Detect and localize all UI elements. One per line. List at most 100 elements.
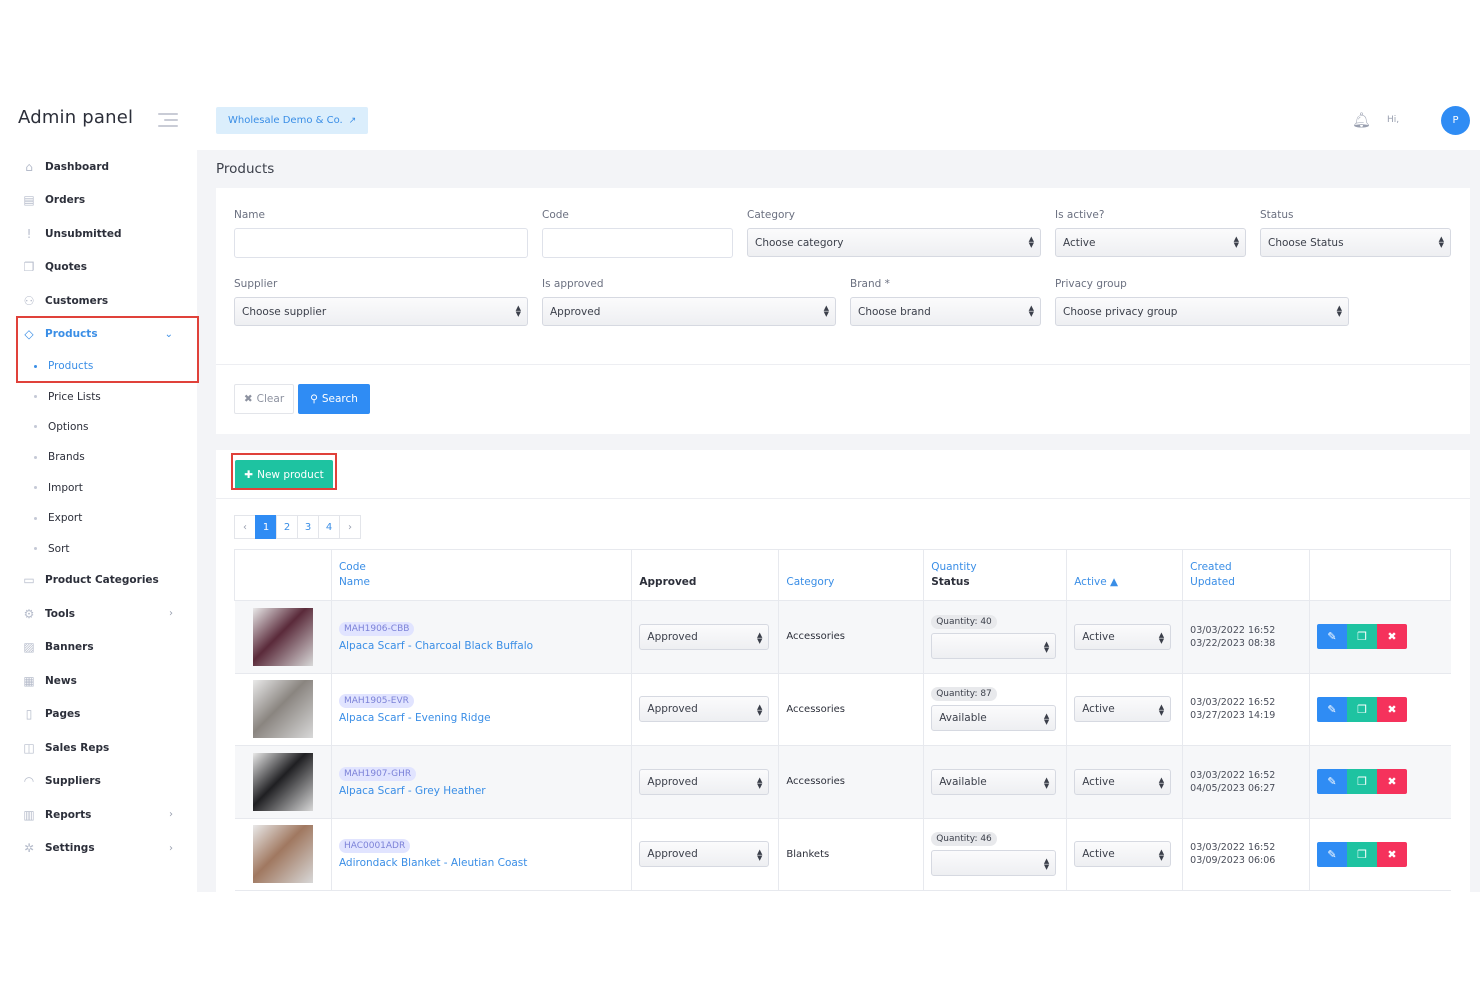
sort-created[interactable]: Created: [1190, 560, 1302, 575]
sidebar-item-reports[interactable]: ▥ Reports ›: [0, 798, 197, 832]
product-thumbnail[interactable]: [252, 680, 313, 739]
active-select[interactable]: Active ▲ ▼: [1074, 841, 1172, 868]
sidebar-item-pages[interactable]: ▯ Pages: [0, 698, 197, 732]
next-page-button[interactable]: ›: [339, 515, 361, 539]
approved-select[interactable]: Approved ▲ ▼: [639, 768, 770, 795]
duplicate-button[interactable]: ❐: [1347, 769, 1378, 795]
active-cell: Active ▲ ▼: [1066, 818, 1184, 891]
product-name-link[interactable]: Adirondack Blanket - Aleutian Coast: [339, 857, 624, 869]
active-select-value: Active: [1082, 848, 1115, 861]
page-button[interactable]: 3: [297, 515, 319, 539]
status-select-value: Available: [939, 712, 987, 725]
sidebar-item-suppliers[interactable]: ◠ Suppliers: [0, 765, 197, 799]
app-shell: Admin panel ⌂ Dashboard ▤ Orders ! Unsub…: [0, 95, 1480, 892]
col-category: Category: [778, 549, 925, 601]
status-select[interactable]: Available ▲ ▼: [931, 705, 1057, 732]
approved-select[interactable]: Approved ▲ ▼: [639, 696, 770, 723]
sort-name[interactable]: Name: [339, 575, 624, 590]
status-select[interactable]: ▲ ▼: [931, 850, 1057, 877]
bell-icon[interactable]: 🔔︎: [1352, 111, 1371, 129]
product-name-link[interactable]: Alpaca Scarf - Evening Ridge: [339, 712, 624, 724]
col-code-name: Code Name: [331, 549, 633, 601]
page-button[interactable]: 1: [255, 515, 277, 539]
duplicate-button[interactable]: ❐: [1347, 696, 1378, 722]
edit-button[interactable]: ✎: [1317, 624, 1348, 650]
page-button[interactable]: 4: [318, 515, 340, 539]
category-value: Accessories: [786, 631, 845, 643]
privacy-select[interactable]: Choose privacy group ▲ ▼: [1055, 297, 1349, 326]
shop-link[interactable]: Wholesale Demo & Co. ↗: [216, 107, 369, 134]
sort-category[interactable]: Category: [786, 575, 916, 590]
sidebar-item-quotes[interactable]: ❐ Quotes: [0, 251, 197, 285]
code-input[interactable]: [542, 228, 733, 258]
sidebar-subitem-sort[interactable]: Sort: [0, 533, 197, 563]
delete-button[interactable]: ✖: [1377, 841, 1408, 867]
product-thumbnail[interactable]: [252, 752, 313, 811]
sidebar-item-settings[interactable]: ✲ Settings ›: [0, 832, 197, 866]
product-thumbnail[interactable]: [252, 607, 313, 666]
privacy-label: Privacy group: [1055, 278, 1127, 290]
sidebar-subitem-products[interactable]: Products: [0, 351, 197, 381]
duplicate-button[interactable]: ❐: [1347, 624, 1378, 650]
sidebar-subitem-options[interactable]: Options: [0, 412, 197, 442]
approved-select[interactable]: Approved ▲ ▼: [639, 841, 770, 868]
greeting: Hi,: [1387, 115, 1400, 125]
active-select[interactable]: Active ▲ ▼: [1074, 768, 1172, 795]
category-select[interactable]: Choose category ▲ ▼: [747, 228, 1041, 257]
sidebar-item-customers[interactable]: ⚇ Customers: [0, 284, 197, 318]
sidebar-subitem-brands[interactable]: Brands: [0, 442, 197, 472]
image-cell: [234, 745, 332, 819]
sidebar-item-sales-reps[interactable]: ◫ Sales Reps: [0, 731, 197, 765]
sort-quantity[interactable]: Quantity: [931, 560, 1059, 575]
new-product-button[interactable]: ✚ New product: [235, 460, 333, 490]
bullet-icon: [34, 395, 37, 399]
sidebar-subitem-import[interactable]: Import: [0, 473, 197, 503]
active-select-value: Active: [1082, 703, 1115, 716]
brand-select[interactable]: Choose brand ▲ ▼: [850, 297, 1041, 326]
category-select-value: Choose category: [755, 236, 844, 249]
search-button[interactable]: ⚲ Search: [298, 384, 370, 414]
delete-button[interactable]: ✖: [1377, 769, 1408, 795]
sidebar-subitem-export[interactable]: Export: [0, 503, 197, 533]
is-approved-filter: Is approved Approved ▲ ▼: [542, 278, 836, 326]
delete-button[interactable]: ✖: [1377, 696, 1408, 722]
sidebar-subitem-price-lists[interactable]: Price Lists: [0, 381, 197, 411]
sort-code[interactable]: Code: [339, 560, 624, 575]
status-select[interactable]: Available ▲ ▼: [931, 768, 1057, 795]
product-thumbnail[interactable]: [252, 825, 313, 884]
select-arrows-icon: ▲ ▼: [757, 630, 763, 645]
is-approved-select[interactable]: Approved ▲ ▼: [542, 297, 836, 326]
sidebar-item-dashboard[interactable]: ⌂ Dashboard: [0, 150, 197, 184]
sidebar-item-tools[interactable]: ⚙ Tools ›: [0, 597, 197, 631]
page-button[interactable]: 2: [276, 515, 298, 539]
product-name-link[interactable]: Alpaca Scarf - Grey Heather: [339, 785, 624, 797]
approved-select[interactable]: Approved ▲ ▼: [639, 623, 770, 650]
supplier-select[interactable]: Choose supplier ▲ ▼: [234, 297, 528, 326]
clear-label: Clear: [256, 393, 285, 405]
sort-active[interactable]: Active ▲: [1074, 575, 1175, 590]
edit-button[interactable]: ✎: [1317, 696, 1348, 722]
delete-button[interactable]: ✖: [1377, 624, 1408, 650]
sort-updated[interactable]: Updated: [1190, 575, 1302, 590]
edit-button[interactable]: ✎: [1317, 769, 1348, 795]
sidebar-item-news[interactable]: ▦ News: [0, 664, 197, 698]
product-name-link[interactable]: Alpaca Scarf - Charcoal Black Buffalo: [339, 640, 624, 652]
avatar[interactable]: P: [1441, 106, 1470, 135]
clear-button[interactable]: ✖ Clear: [234, 384, 294, 414]
menu-toggle-icon[interactable]: [158, 113, 178, 131]
duplicate-button[interactable]: ❐: [1347, 841, 1378, 867]
edit-button[interactable]: ✎: [1317, 841, 1348, 867]
prev-page-button[interactable]: ‹: [234, 515, 256, 539]
sidebar-item-products[interactable]: ◇ Products ⌄: [0, 318, 197, 352]
active-select[interactable]: Active ▲ ▼: [1074, 696, 1172, 723]
sidebar-subitem-label: Brands: [48, 451, 85, 464]
sidebar-item-unsubmitted[interactable]: ! Unsubmitted: [0, 217, 197, 251]
name-input[interactable]: [234, 228, 528, 258]
sidebar-item-product-categories[interactable]: ▭ Product Categories: [0, 564, 197, 598]
sidebar-item-orders[interactable]: ▤ Orders: [0, 184, 197, 218]
sidebar-item-banners[interactable]: ▨ Banners: [0, 631, 197, 665]
active-select[interactable]: Active ▲ ▼: [1074, 623, 1172, 650]
status-select[interactable]: ▲ ▼: [931, 632, 1057, 659]
status-select[interactable]: Choose Status ▲ ▼: [1260, 228, 1451, 257]
is-active-select[interactable]: Active ▲ ▼: [1055, 228, 1246, 257]
